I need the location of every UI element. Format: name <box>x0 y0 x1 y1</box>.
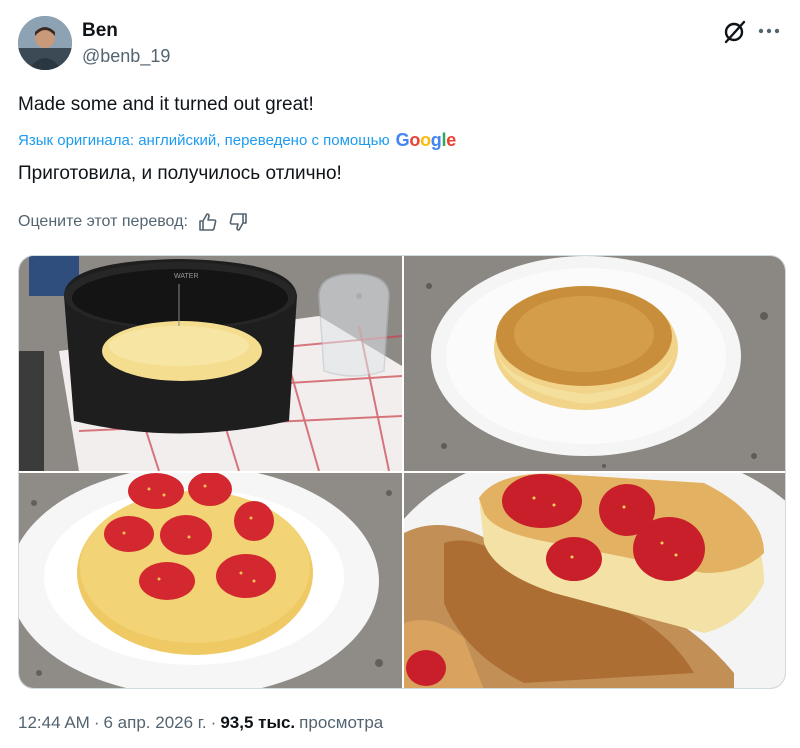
author-handle[interactable]: @benb_19 <box>82 46 170 67</box>
rate-translation: Оцените этот перевод: <box>18 212 248 232</box>
translation-note[interactable]: Язык оригинала: английский, переведено с… <box>18 130 456 151</box>
avatar[interactable] <box>18 16 72 70</box>
meta-separator: · <box>210 713 217 732</box>
svg-text:WATER: WATER <box>174 273 199 280</box>
rate-prompt: Оцените этот перевод: <box>18 213 188 230</box>
meta-separator: · <box>93 713 100 732</box>
views-count: 93,5 тыс. <box>220 713 296 732</box>
views-label: просмотра <box>299 713 384 732</box>
photo-cake-with-strawberries[interactable] <box>19 473 402 688</box>
thumbs-down-icon[interactable] <box>228 212 248 232</box>
media-grid: WATER <box>18 255 786 689</box>
post-text-original: Made some and it turned out great! <box>18 94 314 115</box>
photo-rice-cooker-cake[interactable]: WATER <box>19 256 402 471</box>
more-dots-icon[interactable] <box>756 18 782 44</box>
translation-note-text: Язык оригинала: английский, переведено с… <box>18 132 390 149</box>
post-meta: 12:44 AM · 6 апр. 2026 г. · 93,5 тыс. пр… <box>18 713 383 733</box>
post-header: Ben @benb_19 <box>18 16 782 72</box>
post-time[interactable]: 12:44 AM <box>18 713 90 733</box>
photo-cake-on-plate[interactable] <box>404 256 785 471</box>
author-name[interactable]: Ben <box>82 20 118 42</box>
post-date[interactable]: 6 апр. 2026 г. <box>104 713 207 733</box>
post-text-translated: Приготовила, и получилось отлично! <box>18 163 342 184</box>
thumbs-up-icon[interactable] <box>198 212 218 232</box>
photo-cake-slice-with-syrup[interactable] <box>404 473 785 688</box>
grok-icon[interactable] <box>722 18 748 44</box>
google-logo: Google <box>395 130 457 150</box>
